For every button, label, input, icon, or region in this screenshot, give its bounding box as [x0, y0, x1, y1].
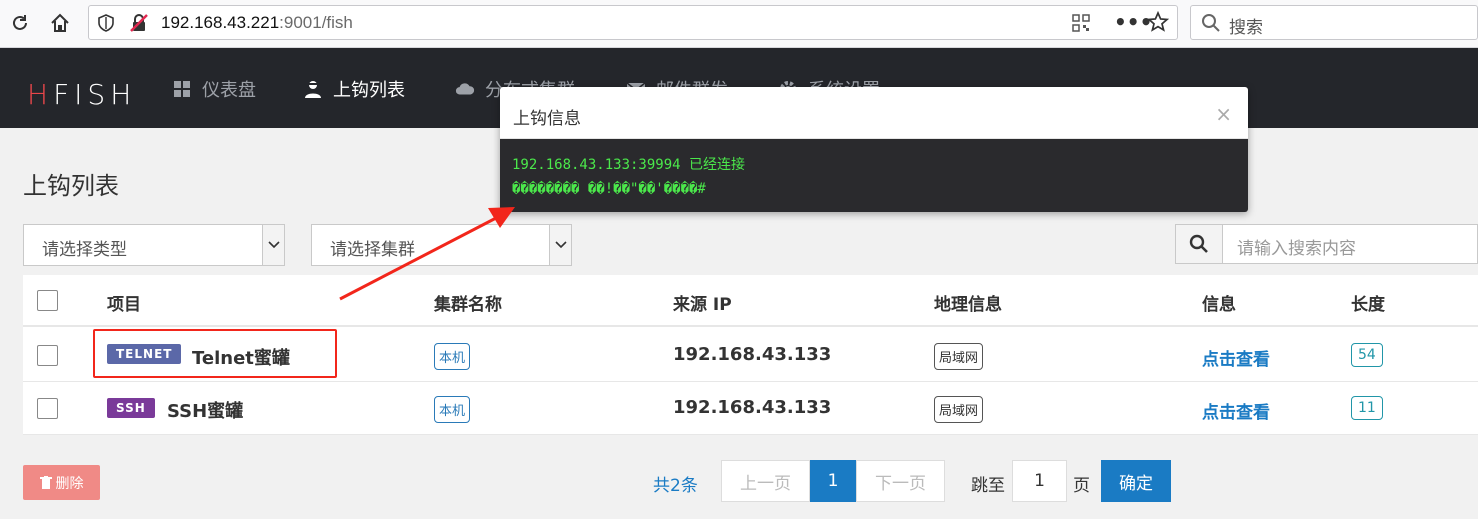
browser-search-placeholder: 搜索	[1229, 18, 1263, 38]
geo-badge: 局域网	[934, 343, 984, 370]
view-info-link[interactable]: 点击查看	[1202, 345, 1270, 370]
terminal-line: 192.168.43.133:39994 已经连接	[512, 157, 746, 173]
table-header: 项目 集群名称 来源 IP 地理信息 信息 长度	[23, 275, 1478, 327]
select-all-checkbox[interactable]	[37, 290, 58, 311]
type-select[interactable]: 请选择类型	[23, 224, 285, 266]
url-path: :9001/fish	[279, 13, 353, 32]
nav-hook-list[interactable]: 上钩列表	[303, 76, 405, 102]
dashboard-icon	[174, 81, 190, 97]
delete-button[interactable]: 删除	[23, 465, 100, 500]
column-header: 来源 IP	[673, 295, 732, 315]
page-unit-label: 页	[1073, 476, 1090, 496]
trash-icon	[39, 476, 52, 489]
pagination-total: 共2条	[653, 476, 698, 496]
reload-icon[interactable]	[6, 10, 34, 36]
nav-label: 上钩列表	[333, 80, 405, 101]
page-1-button[interactable]: 1	[810, 460, 856, 502]
hook-user-icon	[305, 81, 321, 98]
cluster-select[interactable]: 请选择集群	[311, 224, 572, 266]
geo-badge: 局域网	[934, 396, 984, 423]
nav-dashboard[interactable]: 仪表盘	[172, 76, 256, 102]
nav-label: 仪表盘	[202, 80, 256, 101]
qr-code-icon[interactable]	[1072, 14, 1090, 36]
length-badge: 54	[1351, 343, 1383, 367]
browser-search-bar[interactable]: 搜索	[1190, 5, 1478, 40]
shield-icon[interactable]	[97, 14, 115, 36]
url-host: 192.168.43.221	[161, 13, 280, 32]
column-header: 项目	[107, 295, 141, 315]
jump-label: 跳至	[971, 476, 1005, 496]
row-checkbox[interactable]	[37, 345, 58, 366]
view-info-link[interactable]: 点击查看	[1202, 398, 1270, 423]
hfish-logo[interactable]: HFISH	[27, 78, 136, 111]
hook-info-modal: 上钩信息 × 192.168.43.133:39994 已经连接 ��������…	[500, 87, 1248, 212]
annotation-highlight-box	[93, 329, 337, 378]
type-tag: SSH	[107, 398, 155, 418]
prev-page-button[interactable]: 上一页	[721, 460, 810, 502]
column-header: 地理信息	[934, 295, 1002, 315]
source-ip: 192.168.43.133	[673, 344, 832, 365]
search-input[interactable]: 请输入搜索内容	[1237, 234, 1356, 259]
column-header: 集群名称	[434, 295, 502, 315]
next-page-button[interactable]: 下一页	[856, 460, 945, 502]
cluster-badge: 本机	[434, 396, 471, 423]
browser-toolbar: 192.168.43.221:9001/fish ••• 搜索	[0, 0, 1478, 48]
column-header: 信息	[1202, 295, 1236, 315]
cluster-select-value: 请选择集群	[330, 240, 415, 260]
source-ip: 192.168.43.133	[673, 397, 832, 418]
url-text[interactable]: 192.168.43.221:9001/fish	[161, 13, 353, 33]
page-title: 上钩列表	[23, 172, 119, 200]
bookmark-star-icon[interactable]	[1146, 10, 1170, 37]
chevron-down-icon[interactable]	[262, 225, 284, 265]
row-checkbox[interactable]	[37, 398, 58, 419]
jump-page-input[interactable]: 1	[1012, 460, 1067, 502]
honeypot-name: SSH蜜罐	[167, 401, 244, 422]
table-row: SSH SSH蜜罐 本机 192.168.43.133 局域网 点击查看 11	[23, 382, 1478, 435]
search-box[interactable]: 请输入搜索内容	[1175, 224, 1478, 264]
confirm-jump-button[interactable]: 确定	[1101, 460, 1171, 502]
terminal-output: 192.168.43.133:39994 已经连接 �������� ��!��"…	[512, 153, 745, 201]
search-icon	[1201, 13, 1221, 37]
insecure-lock-icon[interactable]	[129, 13, 149, 37]
length-badge: 11	[1351, 396, 1383, 420]
modal-header: 上钩信息 ×	[500, 87, 1248, 139]
address-bar[interactable]: 192.168.43.221:9001/fish •••	[88, 5, 1178, 40]
delete-label: 删除	[55, 475, 84, 492]
search-icon[interactable]	[1176, 225, 1223, 263]
cluster-badge: 本机	[434, 343, 471, 370]
close-icon[interactable]: ×	[1215, 102, 1232, 126]
modal-title: 上钩信息	[513, 109, 581, 129]
column-header: 长度	[1351, 295, 1385, 315]
type-select-value: 请选择类型	[42, 240, 127, 260]
chevron-down-icon[interactable]	[549, 225, 571, 265]
home-icon[interactable]	[46, 10, 74, 36]
cloud-icon	[455, 83, 475, 95]
terminal-line: �������� ��!��"��'����#	[512, 181, 706, 197]
